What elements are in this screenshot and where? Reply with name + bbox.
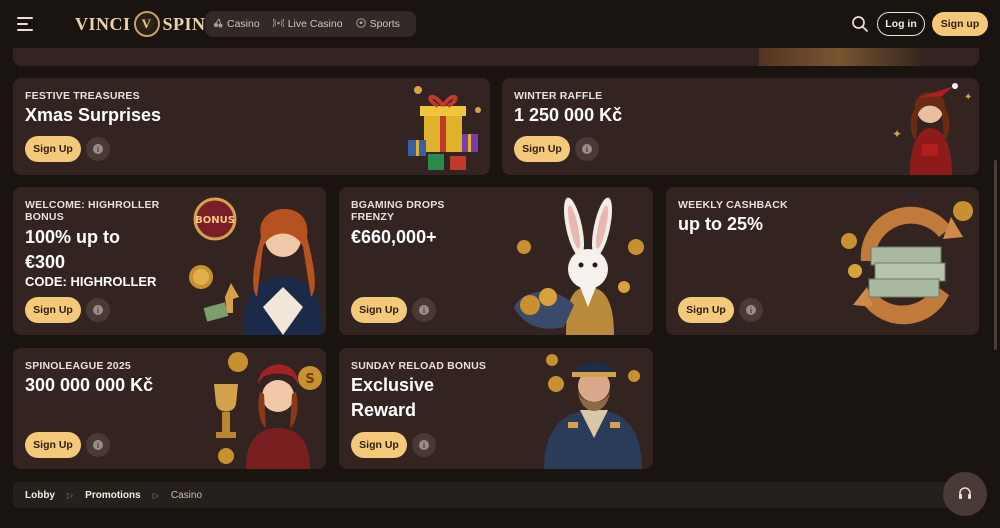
promo-headline: Xmas Surprises <box>25 105 162 125</box>
promo-art <box>759 48 919 66</box>
svg-text:✦: ✦ <box>892 127 902 141</box>
info-icon: i <box>93 305 103 315</box>
promo-card-bgaming-drops: BGAMING DROPS FRENZY €660,000+ Sign Up i <box>339 187 653 335</box>
promo-info-button[interactable]: i <box>412 298 436 322</box>
promo-headline: 100% up to €300 <box>25 227 121 272</box>
promo-headline: Exclusive Reward <box>351 375 435 420</box>
promo-signup-button[interactable]: Sign Up <box>351 432 407 458</box>
gift-boxes-art <box>408 86 481 170</box>
login-button[interactable]: Log in <box>877 12 925 36</box>
promo-info-button[interactable]: i <box>86 137 110 161</box>
breadcrumb-separator-icon: ▷ <box>67 490 74 500</box>
promo-headline: 1 250 000 Kč <box>514 105 623 125</box>
promo-kicker: WINTER RAFFLE <box>514 90 603 102</box>
promo-signup-button[interactable]: Sign Up <box>25 432 81 458</box>
promo-info-button[interactable]: i <box>412 433 436 457</box>
promo-signup-button[interactable]: Sign Up <box>25 136 81 162</box>
promo-signup-button[interactable]: Sign Up <box>678 297 734 323</box>
promo-kicker: WELCOME: HIGHROLLER BONUS <box>25 199 160 223</box>
promo-signup-button[interactable]: Sign Up <box>25 297 81 323</box>
logo-text-left: VINCI <box>75 13 131 34</box>
breadcrumb: Lobby ▷ Promotions ▷ Casino <box>13 482 979 508</box>
promo-code: CODE: HIGHROLLER <box>25 274 157 289</box>
promo-card-highroller-bonus: WELCOME: HIGHROLLER BONUS 100% up to €30… <box>13 187 326 335</box>
promo-headline: up to 25% <box>678 214 764 234</box>
breadcrumb-promotions[interactable]: Promotions <box>85 490 141 501</box>
promo-card-winter-raffle: WINTER RAFFLE 1 250 000 Kč Sign Up i ✦ ✦ <box>502 78 979 175</box>
highroller-woman-art: BONUS <box>189 197 323 335</box>
signup-button[interactable]: Sign up <box>932 12 988 36</box>
promo-info-button[interactable]: i <box>86 433 110 457</box>
promo-headline: €660,000+ <box>351 227 437 247</box>
main-nav: Casino Live Casino Sports <box>205 11 416 37</box>
nav-sports-label: Sports <box>369 18 400 30</box>
cherries-icon <box>213 17 223 31</box>
previous-promo-card-edge <box>13 48 979 66</box>
breadcrumb-lobby[interactable]: Lobby <box>25 490 55 501</box>
promo-headline: 300 000 000 Kč <box>25 375 154 395</box>
info-icon: i <box>419 440 429 450</box>
breadcrumb-separator-icon: ▷ <box>152 490 159 500</box>
promo-info-button[interactable]: i <box>739 298 763 322</box>
captain-man-art <box>544 354 642 469</box>
nav-casino-label: Casino <box>227 18 260 30</box>
promo-card-spinoleague: SPINOLEAGUE 2025 300 000 000 Kč Sign Up … <box>13 348 326 469</box>
trophy-woman-art: S <box>214 352 322 469</box>
cashback-money-art <box>841 201 973 325</box>
nav-casino[interactable]: Casino <box>213 17 260 31</box>
promo-signup-button[interactable]: Sign Up <box>514 136 570 162</box>
white-rabbit-art <box>514 197 644 335</box>
info-icon: i <box>93 440 103 450</box>
promo-card-festive-treasures: FESTIVE TREASURES Xmas Surprises Sign Up… <box>13 78 490 175</box>
info-icon: i <box>93 144 103 154</box>
bonus-badge-text: BONUS <box>195 215 235 226</box>
info-icon: i <box>746 305 756 315</box>
logo-text-right: SPIN <box>162 13 206 34</box>
promo-kicker: SPINOLEAGUE 2025 <box>25 360 131 372</box>
info-icon: i <box>419 305 429 315</box>
nav-sports[interactable]: Sports <box>355 17 400 31</box>
promo-info-button[interactable]: i <box>575 137 599 161</box>
svg-text:S: S <box>305 372 314 387</box>
soccer-ball-icon <box>355 17 366 31</box>
promo-kicker: FESTIVE TREASURES <box>25 90 140 102</box>
promo-signup-button[interactable]: Sign Up <box>351 297 407 323</box>
promo-card-weekly-cashback: WEEKLY CASHBACK up to 25% Sign Up i <box>666 187 979 335</box>
info-icon: i <box>582 144 592 154</box>
promo-card-sunday-reload: SUNDAY RELOAD BONUS Exclusive Reward Sig… <box>339 348 653 469</box>
promo-kicker: WEEKLY CASHBACK <box>678 199 788 211</box>
promo-info-button[interactable]: i <box>86 298 110 322</box>
menu-icon[interactable] <box>17 17 33 31</box>
support-chat-button[interactable] <box>943 472 987 516</box>
page-scrollbar[interactable] <box>994 160 997 350</box>
broadcast-icon <box>272 18 285 31</box>
search-icon[interactable] <box>851 15 869 33</box>
headset-icon <box>959 487 971 499</box>
nav-live-casino-label: Live Casino <box>287 18 343 30</box>
vincispin-logo[interactable]: VINCI V SPIN <box>75 10 206 38</box>
logo-emblem-icon: V <box>133 11 160 37</box>
svg-text:✦: ✦ <box>964 92 972 103</box>
top-header: VINCI V SPIN Casino Live Casino Sports L… <box>0 0 1000 48</box>
santa-woman-art: ✦ ✦ <box>892 83 972 175</box>
breadcrumb-casino: Casino <box>170 489 203 501</box>
nav-live-casino[interactable]: Live Casino <box>272 18 343 31</box>
promo-kicker: SUNDAY RELOAD BONUS <box>351 360 487 372</box>
promo-kicker: BGAMING DROPS FRENZY <box>351 199 445 223</box>
